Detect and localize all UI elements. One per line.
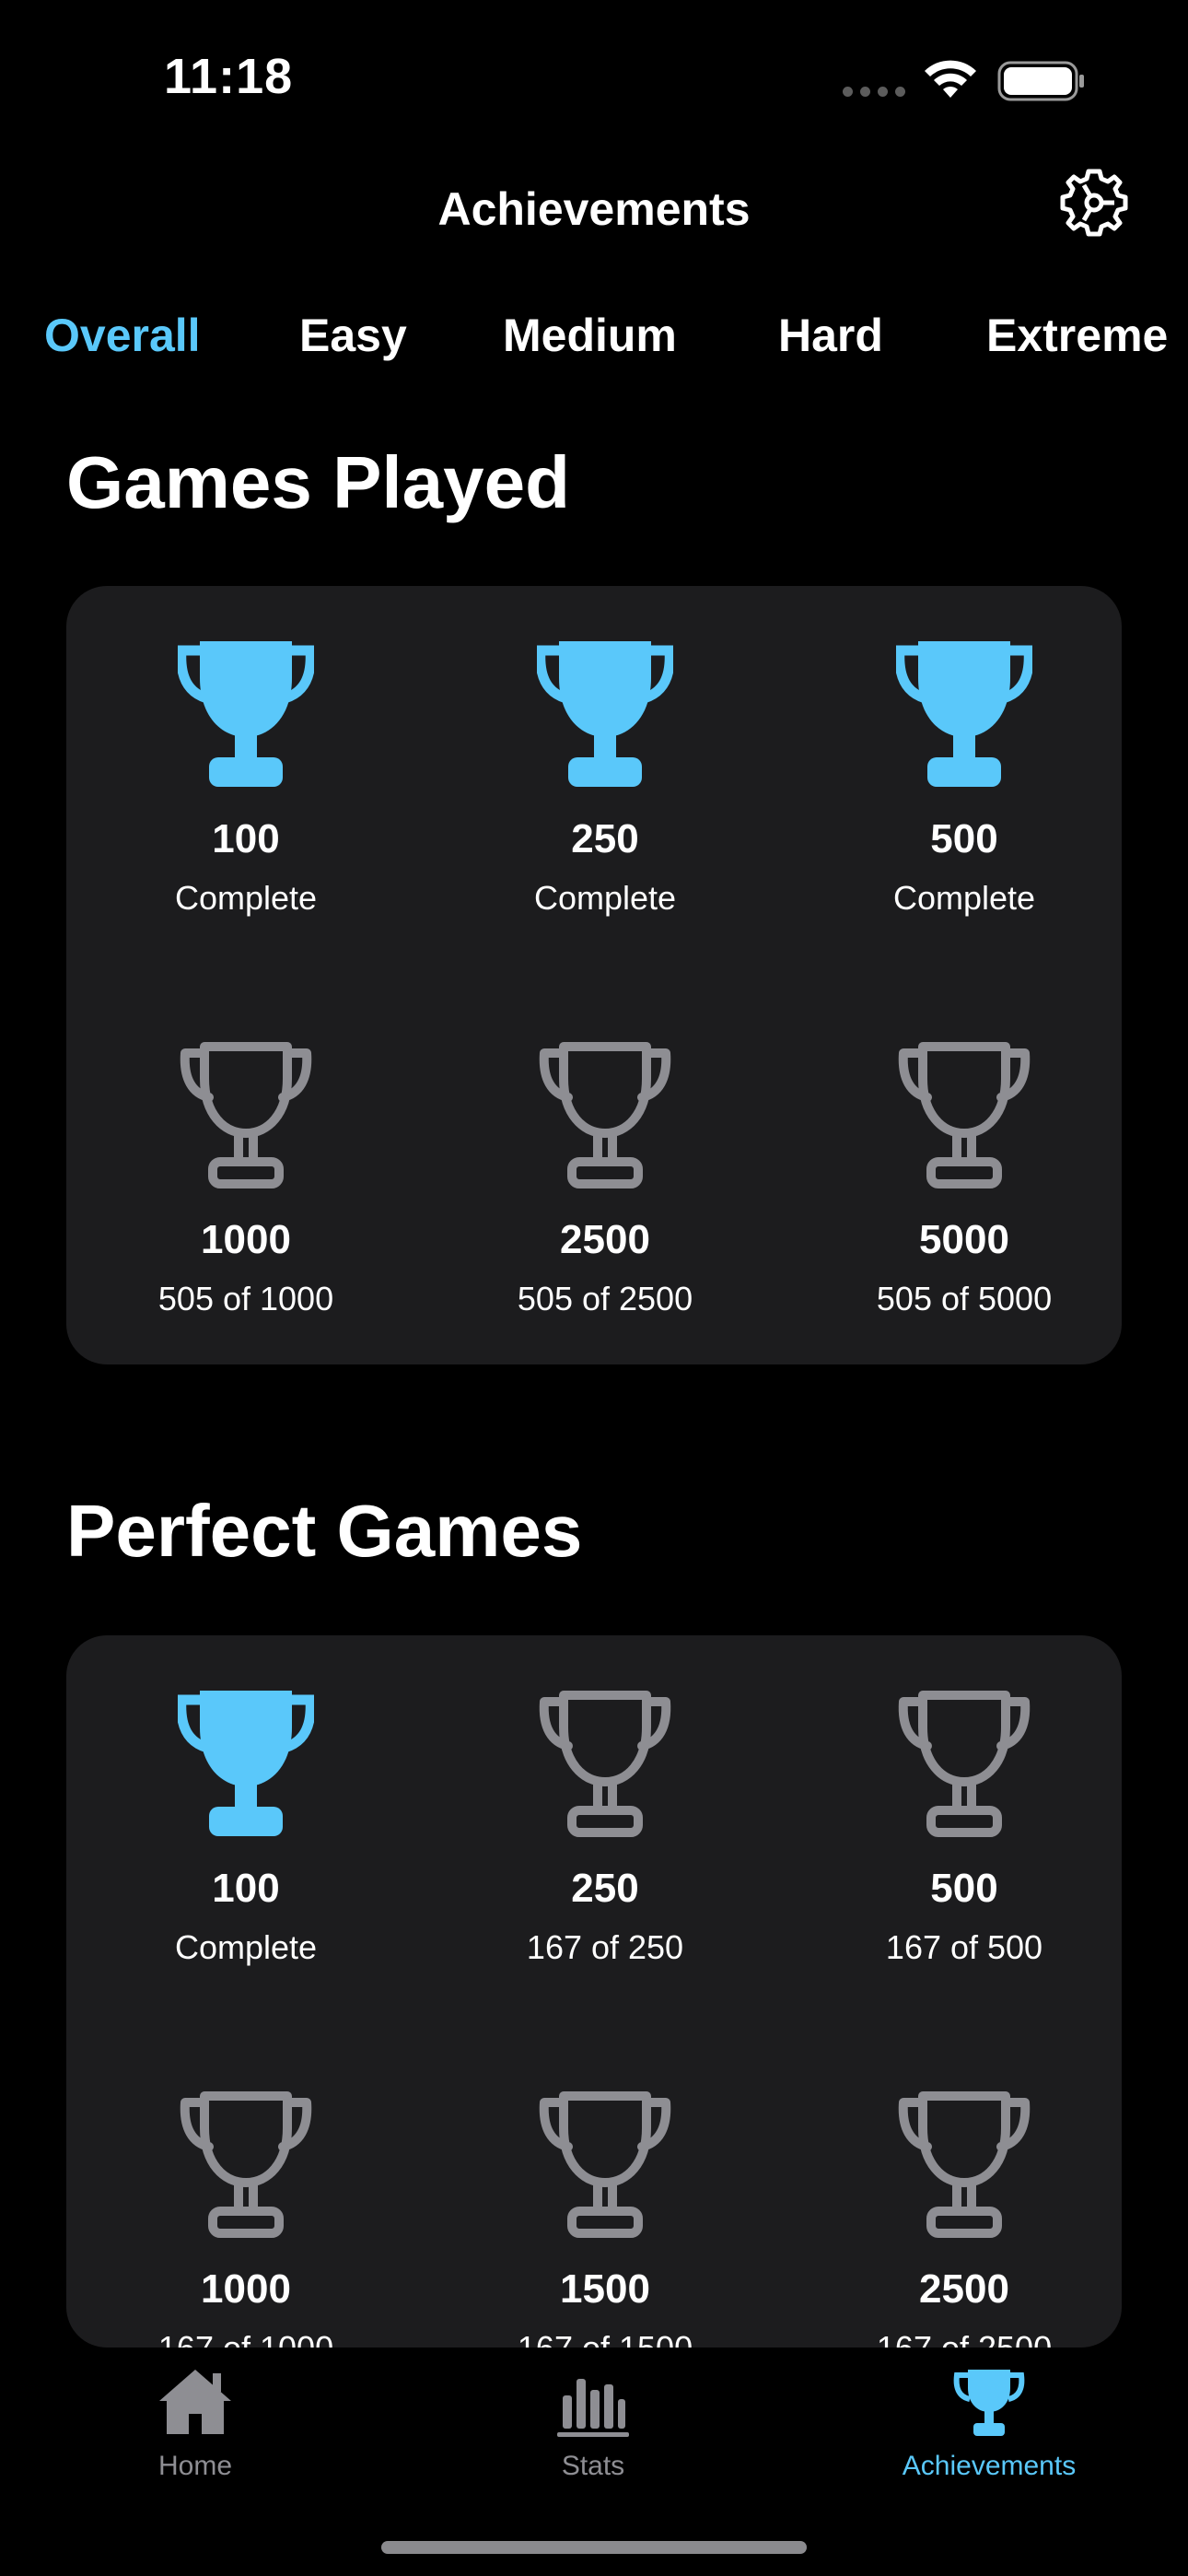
trophy-outline-icon: [898, 1691, 1031, 1837]
settings-button[interactable]: [1057, 166, 1131, 240]
trophy-outline-icon: [898, 1042, 1031, 1188]
trophy-status: 505 of 1000: [157, 1280, 334, 1317]
trophy-value: 1500: [560, 2266, 650, 2312]
trophy-filled-icon: [178, 1691, 314, 1836]
wifi-icon: [925, 60, 976, 98]
trophy-perfect-games-500[interactable]: 500 167 of 500: [785, 1687, 1122, 1967]
tab-bar-home[interactable]: Home: [57, 2366, 333, 2482]
games-played-card: 100 Complete 250 Complete 500 Complete 1000…: [66, 586, 1122, 1364]
gear-icon: [1060, 169, 1128, 237]
tab-extreme[interactable]: Extreme: [986, 309, 1168, 362]
trophy-games-played-1000[interactable]: 1000 505 of 1000: [66, 1038, 425, 1318]
chart-bar-icon: [557, 2379, 629, 2437]
tab-overall[interactable]: Overall: [44, 309, 201, 362]
trophy-filled-icon: [537, 641, 673, 787]
trophy-value: 2500: [919, 2266, 1009, 2312]
status-bar: 11:18: [0, 0, 1188, 157]
trophy-games-played-5000[interactable]: 5000 505 of 5000: [785, 1038, 1122, 1318]
trophy-outline-icon: [539, 1691, 671, 1837]
cellular-signal-icon: [843, 87, 905, 97]
nav-header: Achievements: [0, 166, 1188, 258]
trophy-status: Complete: [174, 879, 318, 917]
trophy-value: 1000: [201, 1217, 291, 1262]
section-title-perfect-games: Perfect Games: [66, 1490, 583, 1572]
trophy-outline-icon: [539, 2091, 671, 2238]
home-indicator: [381, 2541, 807, 2554]
trophy-value: 5000: [919, 1217, 1009, 1262]
trophy-status: Complete: [892, 879, 1036, 917]
trophy-value: 250: [571, 816, 639, 861]
trophy-status: 167 of 1500: [425, 2329, 785, 2348]
trophy-perfect-games-2500[interactable]: 2500 167 of 2500: [785, 2088, 1122, 2348]
trophy-value: 100: [212, 816, 280, 861]
trophy-value: 500: [930, 1866, 998, 1911]
trophy-outline-icon: [539, 1042, 671, 1188]
tab-bar-home-label: Home: [157, 2451, 233, 2481]
trophy-outline-icon: [180, 2091, 312, 2238]
house-icon: [159, 2370, 231, 2434]
trophy-filled-icon: [178, 641, 314, 787]
trophy-value: 100: [212, 1866, 280, 1911]
trophy-filled-icon: [896, 641, 1032, 787]
section-title-games-played: Games Played: [66, 441, 570, 523]
trophy-status: 167 of 500: [885, 1928, 1043, 1966]
trophy-status: 505 of 5000: [876, 1280, 1053, 1317]
trophy-outline-icon: [898, 2091, 1031, 2238]
tab-bar-stats[interactable]: Stats: [455, 2366, 731, 2482]
trophy-status: 167 of 2500: [785, 2329, 1122, 2348]
trophy-games-played-500[interactable]: 500 Complete: [785, 638, 1122, 918]
trophy-value: 1000: [201, 2266, 291, 2312]
tab-bar-achievements[interactable]: Achievements: [851, 2366, 1127, 2482]
trophy-games-played-2500[interactable]: 2500 505 of 2500: [425, 1038, 785, 1318]
difficulty-tabs: Overall Easy Medium Hard Extreme: [0, 309, 1188, 382]
battery-icon: [997, 61, 1084, 101]
trophy-status: 167 of 250: [526, 1928, 684, 1966]
trophy-games-played-100[interactable]: 100 Complete: [66, 638, 425, 918]
trophy-outline-icon: [180, 1042, 312, 1188]
tab-easy[interactable]: Easy: [299, 309, 407, 362]
trophy-status: Complete: [533, 879, 677, 917]
perfect-games-card: 100 Complete 250 167 of 250 500 167 of 500 …: [66, 1635, 1122, 2348]
page-title: Achievements: [437, 183, 751, 235]
status-time: 11:18: [164, 49, 294, 104]
tab-medium[interactable]: Medium: [503, 309, 677, 362]
trophy-perfect-games-1500[interactable]: 1500 167 of 1500: [425, 2088, 785, 2348]
trophy-value: 2500: [560, 1217, 650, 1262]
trophy-value: 250: [571, 1866, 639, 1911]
trophy-perfect-games-250[interactable]: 250 167 of 250: [425, 1687, 785, 1967]
trophy-perfect-games-100[interactable]: 100 Complete: [66, 1687, 425, 1967]
tab-bar-achievements-label: Achievements: [902, 2451, 1077, 2481]
trophy-status: 505 of 2500: [517, 1280, 693, 1317]
trophy-status: 167 of 1000: [66, 2329, 425, 2348]
tab-hard[interactable]: Hard: [778, 309, 883, 362]
trophy-status: Complete: [174, 1928, 318, 1966]
trophy-value: 500: [930, 816, 998, 861]
trophy-icon: [953, 2370, 1025, 2436]
trophy-perfect-games-1000[interactable]: 1000 167 of 1000: [66, 2088, 425, 2348]
trophy-games-played-250[interactable]: 250 Complete: [425, 638, 785, 918]
tab-bar-stats-label: Stats: [561, 2451, 625, 2481]
